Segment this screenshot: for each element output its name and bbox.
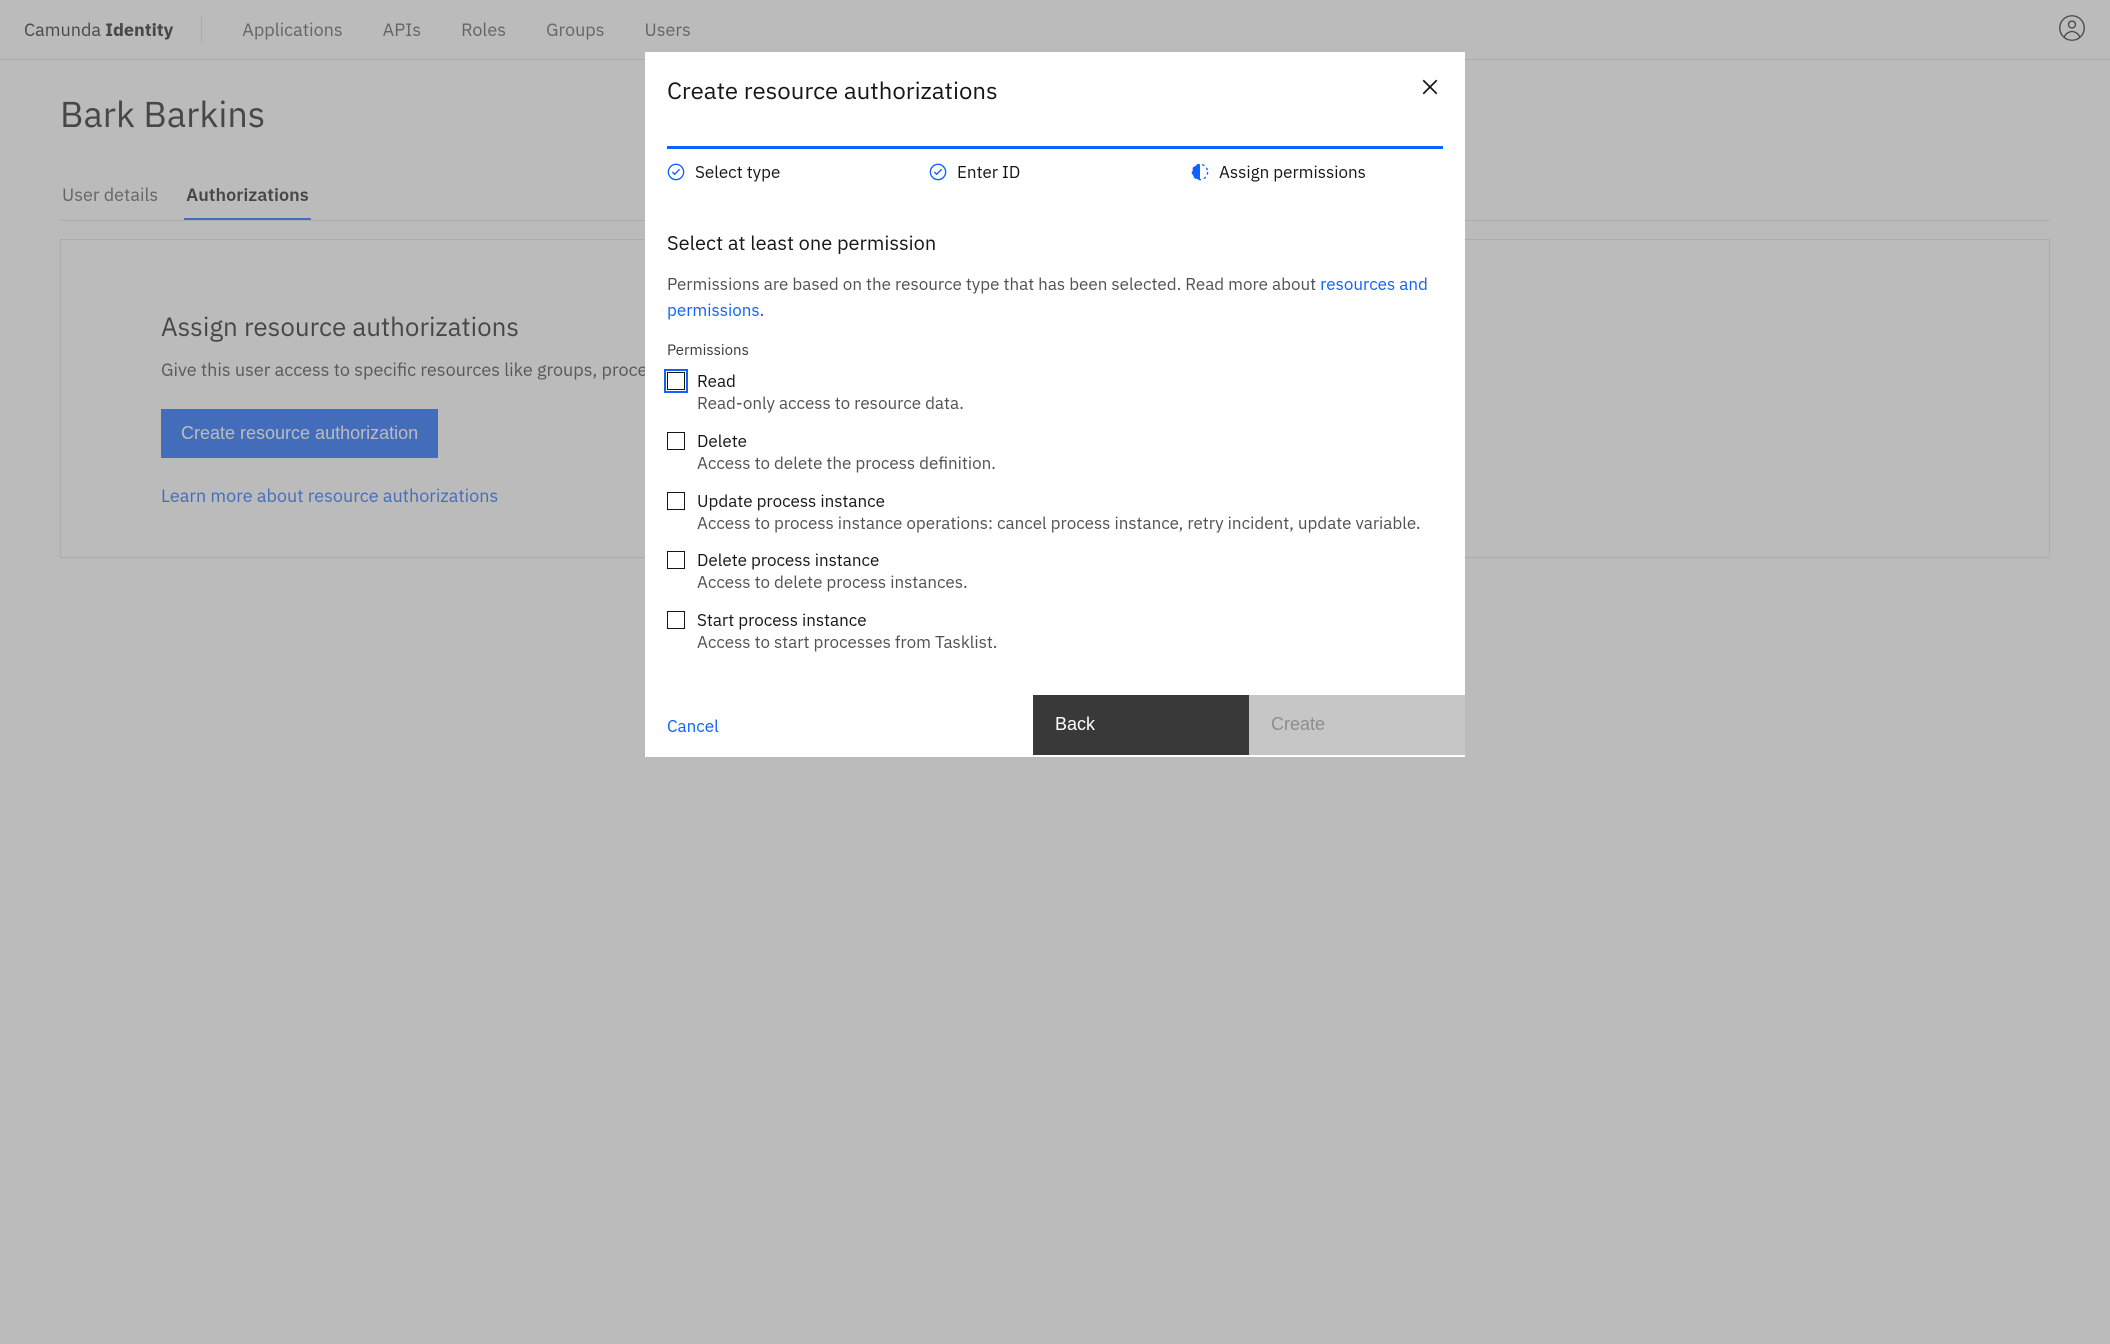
check-circle-icon xyxy=(667,163,685,181)
permission-start-process-instance: Start process instance Access to start p… xyxy=(667,609,1443,655)
step-enter-id: Enter ID xyxy=(929,161,1181,183)
modal-overlay: Create resource authorizations xyxy=(0,0,2110,1344)
permission-desc: Read-only access to resource data. xyxy=(697,392,964,416)
permission-read: Read Read-only access to resource data. xyxy=(667,370,1443,416)
step-select-type: Select type xyxy=(667,161,919,183)
step-label: Assign permissions xyxy=(1219,161,1366,183)
permission-label: Delete process instance xyxy=(697,549,968,571)
permissions-list: Read Read-only access to resource data. … xyxy=(667,370,1443,655)
step-label: Select type xyxy=(695,161,780,183)
permission-desc: Access to start processes from Tasklist. xyxy=(697,631,997,655)
create-button[interactable]: Create xyxy=(1249,695,1465,755)
section-description: Permissions are based on the resource ty… xyxy=(667,272,1443,323)
permission-label: Delete xyxy=(697,430,996,452)
current-step-icon xyxy=(1191,163,1209,181)
checkbox-update-process-instance[interactable] xyxy=(667,492,685,510)
cancel-button[interactable]: Cancel xyxy=(667,715,719,737)
permission-delete-process-instance: Delete process instance Access to delete… xyxy=(667,549,1443,595)
steps: Select type Enter ID xyxy=(667,161,1443,183)
permissions-field-label: Permissions xyxy=(667,341,1443,360)
check-circle-icon xyxy=(929,163,947,181)
modal-body: Select at least one permission Permissio… xyxy=(645,183,1465,695)
checkbox-delete[interactable] xyxy=(667,432,685,450)
checkbox-delete-process-instance[interactable] xyxy=(667,551,685,569)
modal-title: Create resource authorizations xyxy=(667,74,998,106)
permission-update-process-instance: Update process instance Access to proces… xyxy=(667,490,1443,536)
permission-label: Read xyxy=(697,370,964,392)
checkbox-read[interactable] xyxy=(667,372,685,390)
back-button[interactable]: Back xyxy=(1033,695,1249,755)
progress: Select type Enter ID xyxy=(645,146,1465,183)
checkbox-start-process-instance[interactable] xyxy=(667,611,685,629)
step-label: Enter ID xyxy=(957,161,1020,183)
modal: Create resource authorizations xyxy=(645,52,1465,757)
permission-desc: Access to delete process instances. xyxy=(697,571,968,595)
permission-desc: Access to delete the process definition. xyxy=(697,452,996,476)
section-title: Select at least one permission xyxy=(667,229,1443,256)
permission-label: Update process instance xyxy=(697,490,1420,512)
step-assign-permissions: Assign permissions xyxy=(1191,161,1443,183)
permission-desc: Access to process instance operations: c… xyxy=(697,512,1420,536)
close-button[interactable] xyxy=(1417,74,1443,103)
modal-header: Create resource authorizations xyxy=(645,52,1465,108)
close-icon xyxy=(1421,84,1439,99)
permission-delete: Delete Access to delete the process defi… xyxy=(667,430,1443,476)
modal-footer: Cancel Back Create xyxy=(645,695,1465,757)
permission-label: Start process instance xyxy=(697,609,997,631)
progress-bar xyxy=(667,146,1443,149)
